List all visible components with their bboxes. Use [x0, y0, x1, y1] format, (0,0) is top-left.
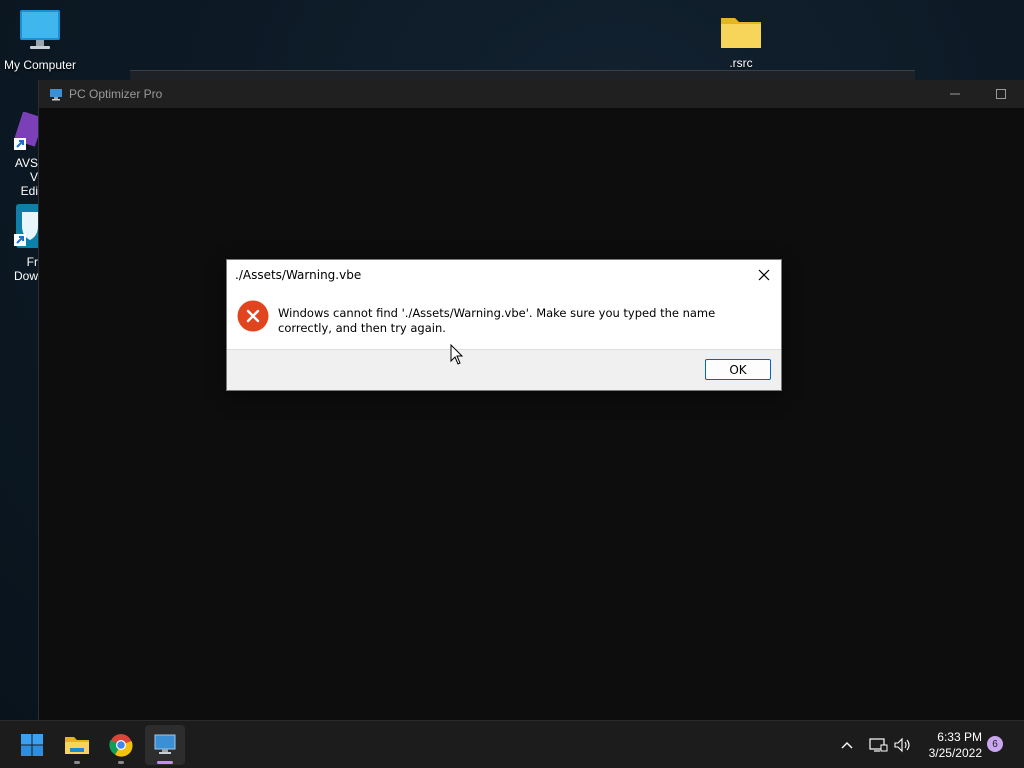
dialog-message: Windows cannot find './Assets/Warning.vb…: [278, 306, 716, 335]
clock-time: 6:33 PM: [937, 730, 982, 744]
speaker-icon: [894, 737, 910, 753]
start-button[interactable]: [12, 725, 52, 765]
pc-optimizer-icon: [154, 734, 176, 754]
file-explorer-icon: [65, 737, 89, 754]
desktop-icon-label: AVS V Edi: [14, 156, 38, 198]
error-dialog[interactable]: ./Assets/Warning.vbe Windows cannot find…: [226, 259, 782, 391]
maximize-icon: [996, 89, 1006, 99]
app-title: PC Optimizer Pro: [69, 87, 163, 101]
desktop-icon-rsrc-folder[interactable]: .rsrc: [701, 12, 781, 70]
close-icon: [758, 269, 770, 281]
dialog-close-button[interactable]: [751, 262, 777, 288]
desktop-icon-label: My Computer: [3, 58, 77, 72]
clock-date: 3/25/2022: [928, 746, 982, 760]
mouse-cursor-icon: [450, 344, 464, 365]
desktop-icon-avs-video-editor[interactable]: [12, 111, 45, 157]
monitor-icon: [50, 88, 62, 100]
chrome-icon: [109, 734, 133, 757]
desktop-icon-label: .rsrc: [729, 56, 753, 70]
chevron-up-icon: [841, 742, 853, 749]
taskbar: 6:33 PM 3/25/2022: [0, 720, 1024, 768]
desktop-icon-my-computer[interactable]: My Computer: [0, 8, 80, 72]
dialog-footer: OK: [227, 349, 781, 390]
app-titlebar[interactable]: PC Optimizer Pro: [39, 80, 1024, 108]
video-editor-icon: [13, 111, 45, 150]
taskbar-clock[interactable]: 6:33 PM 3/25/2022: [918, 729, 982, 761]
volume-control[interactable]: [893, 721, 911, 768]
desktop: My Computer .rsrc AVS V Edi Fr Dow PC Op…: [0, 0, 1024, 720]
active-indicator: [157, 761, 173, 764]
running-indicator: [74, 761, 80, 764]
app-window-pc-optimizer[interactable]: PC Optimizer Pro: [38, 80, 1024, 720]
running-indicator: [118, 761, 124, 764]
taskbar-chrome[interactable]: [101, 725, 141, 765]
desktop-icon-free-downloader[interactable]: [14, 204, 40, 255]
desktop-icon-label: Fr Dow: [13, 255, 38, 283]
folder-icon: [721, 18, 761, 48]
dialog-title: ./Assets/Warning.vbe: [235, 268, 362, 282]
monitor-icon: [20, 10, 60, 49]
error-icon: [237, 300, 269, 332]
shield-app-icon: [14, 204, 40, 248]
windows-start-icon: [21, 734, 43, 756]
background-window: [130, 70, 915, 80]
maximize-button[interactable]: [978, 80, 1024, 108]
taskbar-pc-optimizer[interactable]: [145, 725, 185, 765]
notification-badge[interactable]: 6: [987, 736, 1003, 752]
tray-overflow-button[interactable]: [840, 721, 854, 768]
ok-button[interactable]: OK: [705, 359, 771, 380]
minimize-icon: [950, 93, 960, 95]
network-icon: [869, 738, 888, 752]
taskbar-file-explorer[interactable]: [57, 725, 97, 765]
network-status[interactable]: [868, 721, 888, 768]
minimize-button[interactable]: [932, 80, 978, 108]
